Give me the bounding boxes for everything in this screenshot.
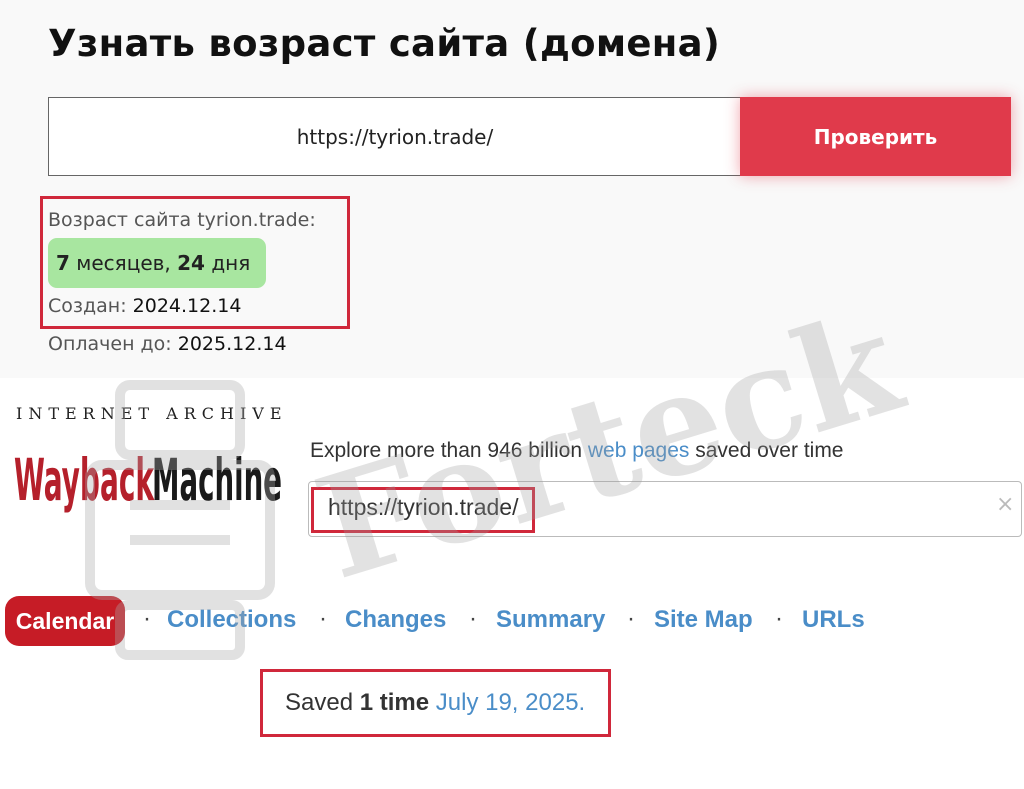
clear-icon[interactable]: ×	[996, 492, 1014, 517]
wayback-search-value[interactable]: https://tyrion.trade/	[328, 494, 518, 521]
explore-prefix: Explore more than 946 billion	[310, 439, 588, 462]
created-line: Создан: 2024.12.14	[48, 295, 241, 317]
tab-separator: ·	[319, 605, 327, 632]
age-months: 7	[56, 251, 70, 275]
paid-label: Оплачен до:	[48, 333, 178, 355]
created-value: 2024.12.14	[132, 295, 242, 317]
svg-text:Machine: Machine	[152, 446, 282, 514]
tab-separator: ·	[143, 605, 151, 632]
paid-line: Оплачен до: 2025.12.14	[48, 333, 287, 355]
tab-collections[interactable]: Collections	[167, 606, 296, 634]
saved-prefix: Saved	[285, 689, 360, 716]
tab-calendar[interactable]: Calendar	[5, 596, 125, 646]
age-months-word: месяцев,	[69, 251, 178, 275]
explore-text: Explore more than 946 billion web pages …	[310, 439, 844, 463]
tab-site-map[interactable]: Site Map	[654, 606, 753, 634]
tab-changes[interactable]: Changes	[345, 606, 446, 634]
age-days-word: дня	[204, 251, 251, 275]
tab-separator: ·	[775, 605, 783, 632]
tab-urls[interactable]: URLs	[802, 606, 865, 634]
saved-info: Saved 1 time July 19, 2025.	[285, 689, 585, 717]
page-title: Узнать возраст сайта (домена)	[48, 22, 721, 65]
domain-input[interactable]	[48, 97, 742, 176]
wayback-tabs: Calendar · Collections · Changes · Summa…	[5, 596, 905, 648]
age-days: 24	[177, 251, 205, 275]
tab-separator: ·	[469, 605, 477, 632]
explore-suffix: saved over time	[689, 439, 844, 462]
check-button[interactable]: Проверить	[740, 97, 1011, 176]
domain-age-panel: Узнать возраст сайта (домена) Проверить …	[0, 0, 1024, 378]
tab-summary[interactable]: Summary	[496, 606, 605, 634]
created-label: Создан:	[48, 295, 133, 317]
web-pages-link[interactable]: web pages	[588, 439, 690, 462]
internet-archive-label: INTERNET ARCHIVE	[16, 404, 288, 423]
paid-value: 2025.12.14	[177, 333, 287, 355]
svg-text:Wayback: Wayback	[14, 446, 155, 514]
domain-search-row: Проверить	[48, 97, 1012, 176]
wayback-machine-logo[interactable]: Wayback Machine	[14, 428, 284, 518]
age-label: Возраст сайта tyrion.trade:	[48, 209, 316, 231]
age-badge: 7 месяцев, 24 дня	[48, 238, 266, 288]
tab-separator: ·	[627, 605, 635, 632]
saved-date-link[interactable]: July 19, 2025.	[436, 689, 585, 716]
saved-count: 1 time	[359, 689, 430, 716]
